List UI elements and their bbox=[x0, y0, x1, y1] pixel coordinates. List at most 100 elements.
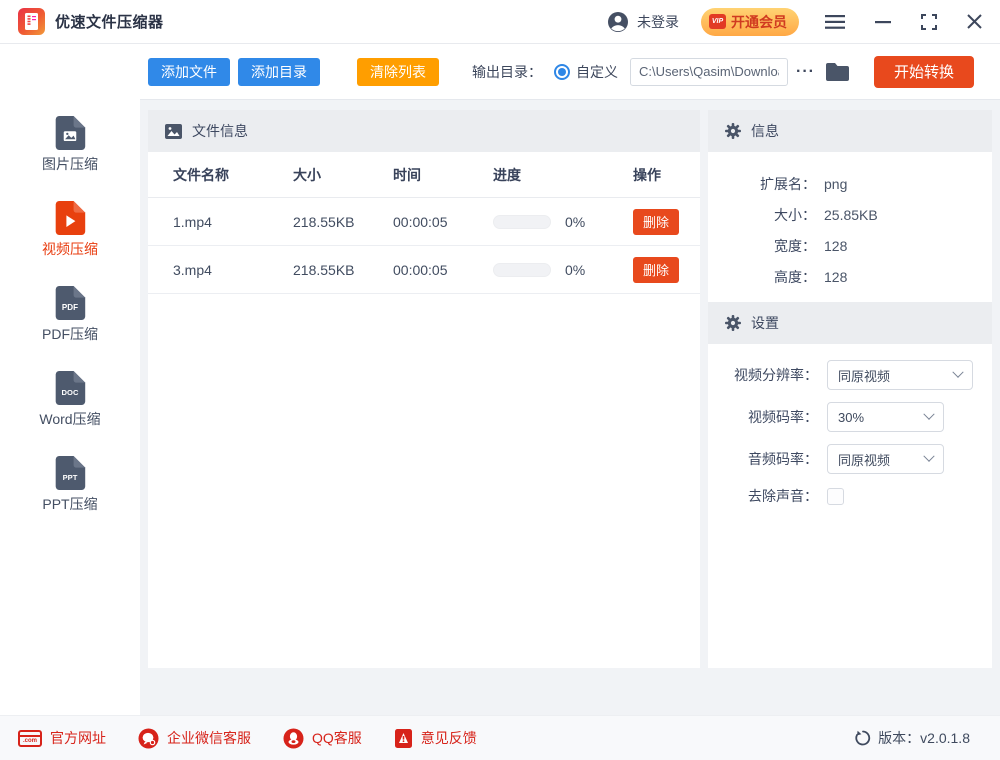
table-row: 3.mp4 218.55KB 00:00:05 0% 删除 bbox=[148, 246, 700, 294]
app-title: 优速文件压缩器 bbox=[55, 11, 164, 32]
gear-icon bbox=[725, 315, 741, 331]
sidebar: 图片压缩 视频压缩 PDF PDF压缩 DOC Word压缩 bbox=[0, 44, 140, 715]
custom-output-label: 自定义 bbox=[576, 62, 618, 82]
wecom-support-link[interactable]: 企业微信客服 bbox=[138, 728, 251, 749]
start-convert-button[interactable]: 开始转换 bbox=[874, 56, 974, 88]
info-label-ext: 扩展名： bbox=[708, 174, 816, 194]
table-row: 1.mp4 218.55KB 00:00:05 0% 删除 bbox=[148, 198, 700, 246]
col-size: 大小 bbox=[293, 165, 393, 185]
open-folder-icon[interactable] bbox=[825, 62, 850, 82]
sidebar-item-label: PDF压缩 bbox=[42, 324, 98, 344]
cell-progress: 0% bbox=[493, 214, 633, 230]
right-panel: 信息 扩展名： png 大小： 25.85KB 宽度： 128 高度： 128 设置 bbox=[708, 110, 992, 668]
minimize-icon[interactable] bbox=[875, 15, 891, 29]
feedback-icon bbox=[394, 728, 413, 749]
col-time: 时间 bbox=[393, 165, 493, 185]
file-info-title: 文件信息 bbox=[192, 121, 248, 141]
app-window: 优速文件压缩器 未登录 VIP 开通会员 bbox=[0, 0, 1000, 760]
settings-body: 视频分辨率： 同原视频 视频码率： 30% 音频码率： 同原视频 bbox=[708, 344, 992, 506]
picture-icon bbox=[165, 124, 182, 139]
progress-percent: 0% bbox=[565, 214, 585, 230]
website-com-icon: .com bbox=[18, 730, 42, 747]
qq-icon bbox=[283, 728, 304, 749]
info-label-width: 宽度： bbox=[708, 236, 816, 256]
progress-bar bbox=[493, 263, 551, 277]
sidebar-item-word-compress[interactable]: DOC Word压缩 bbox=[0, 371, 140, 429]
svg-text:PPT: PPT bbox=[63, 473, 78, 482]
cell-size: 218.55KB bbox=[293, 214, 393, 230]
delete-button[interactable]: 删除 bbox=[633, 257, 679, 283]
sidebar-item-ppt-compress[interactable]: PPT PPT压缩 bbox=[0, 456, 140, 514]
cell-filename: 3.mp4 bbox=[173, 262, 293, 278]
audio-bitrate-select[interactable]: 同原视频 bbox=[827, 444, 944, 474]
resolution-select[interactable]: 同原视频 bbox=[827, 360, 973, 390]
ppt-file-icon: PPT bbox=[53, 456, 87, 490]
settings-title: 设置 bbox=[751, 313, 779, 333]
sidebar-item-label: 图片压缩 bbox=[42, 154, 98, 174]
vip-upgrade-button[interactable]: VIP 开通会员 bbox=[701, 8, 799, 36]
doc-file-icon: DOC bbox=[53, 371, 87, 405]
svg-text:PDF: PDF bbox=[62, 303, 78, 312]
output-dir-label: 输出目录： bbox=[472, 62, 542, 82]
resolution-label: 视频分辨率： bbox=[708, 365, 818, 385]
cell-time: 00:00:05 bbox=[393, 262, 493, 278]
version-info: 版本：v2.0.1.8 bbox=[855, 728, 970, 748]
version-label: 版本：v2.0.1.8 bbox=[878, 728, 970, 748]
chevron-down-icon bbox=[923, 451, 934, 462]
cell-progress: 0% bbox=[493, 262, 633, 278]
col-filename: 文件名称 bbox=[173, 165, 293, 185]
custom-output-radio[interactable] bbox=[554, 64, 570, 80]
sidebar-item-image-compress[interactable]: 图片压缩 bbox=[0, 116, 140, 174]
mute-checkbox[interactable] bbox=[827, 488, 844, 505]
update-refresh-icon[interactable] bbox=[855, 730, 871, 746]
chevron-down-icon bbox=[923, 409, 934, 420]
maximize-icon[interactable] bbox=[921, 14, 937, 30]
info-value-size: 25.85KB bbox=[824, 207, 878, 223]
sidebar-item-pdf-compress[interactable]: PDF PDF压缩 bbox=[0, 286, 140, 344]
sidebar-item-video-compress[interactable]: 视频压缩 bbox=[0, 201, 140, 259]
official-website-link[interactable]: .com 官方网址 bbox=[18, 728, 106, 748]
video-bitrate-label: 视频码率： bbox=[708, 407, 818, 427]
table-header: 文件名称 大小 时间 进度 操作 bbox=[148, 152, 700, 198]
footer: .com 官方网址 企业微信客服 QQ客服 bbox=[0, 715, 1000, 760]
app-logo-icon bbox=[18, 8, 45, 35]
cell-filename: 1.mp4 bbox=[173, 214, 293, 230]
svg-text:DOC: DOC bbox=[62, 388, 79, 397]
add-file-button[interactable]: 添加文件 bbox=[148, 58, 230, 86]
menu-icon[interactable] bbox=[825, 15, 845, 29]
info-value-height: 128 bbox=[824, 269, 847, 285]
info-header: 信息 bbox=[708, 110, 992, 152]
file-info-header: 文件信息 bbox=[148, 110, 700, 152]
gear-icon bbox=[725, 123, 741, 139]
progress-percent: 0% bbox=[565, 262, 585, 278]
login-status[interactable]: 未登录 bbox=[637, 12, 679, 32]
info-title: 信息 bbox=[751, 121, 779, 141]
close-icon[interactable] bbox=[967, 14, 982, 29]
file-info-panel: 文件信息 文件名称 大小 时间 进度 操作 1.mp4 218.55KB 00:… bbox=[148, 110, 700, 668]
browse-more-button[interactable]: ··· bbox=[796, 63, 815, 81]
cell-time: 00:00:05 bbox=[393, 214, 493, 230]
info-label-height: 高度： bbox=[708, 267, 816, 287]
video-bitrate-select[interactable]: 30% bbox=[827, 402, 944, 432]
audio-bitrate-label: 音频码率： bbox=[708, 449, 818, 469]
qq-support-link[interactable]: QQ客服 bbox=[283, 728, 362, 749]
chevron-down-icon bbox=[952, 367, 963, 378]
feedback-link[interactable]: 意见反馈 bbox=[394, 728, 477, 749]
info-label-size: 大小： bbox=[708, 205, 816, 225]
pdf-file-icon: PDF bbox=[53, 286, 87, 320]
clear-list-button[interactable]: 清除列表 bbox=[357, 58, 439, 86]
add-directory-button[interactable]: 添加目录 bbox=[238, 58, 320, 86]
wecom-chat-icon bbox=[138, 728, 159, 749]
info-value-width: 128 bbox=[824, 238, 847, 254]
delete-button[interactable]: 删除 bbox=[633, 209, 679, 235]
titlebar: 优速文件压缩器 未登录 VIP 开通会员 bbox=[0, 0, 1000, 44]
info-value-ext: png bbox=[824, 176, 847, 192]
sidebar-item-label: Word压缩 bbox=[39, 409, 100, 429]
cell-size: 218.55KB bbox=[293, 262, 393, 278]
toolbar: 添加文件 添加目录 清除列表 输出目录： 自定义 ··· 开始转换 bbox=[140, 44, 1000, 100]
output-path-input[interactable] bbox=[630, 58, 788, 86]
user-avatar-icon[interactable] bbox=[607, 11, 629, 33]
mute-label: 去除声音： bbox=[708, 486, 818, 506]
vip-badge-icon: VIP bbox=[709, 14, 726, 29]
video-file-icon bbox=[53, 201, 87, 235]
